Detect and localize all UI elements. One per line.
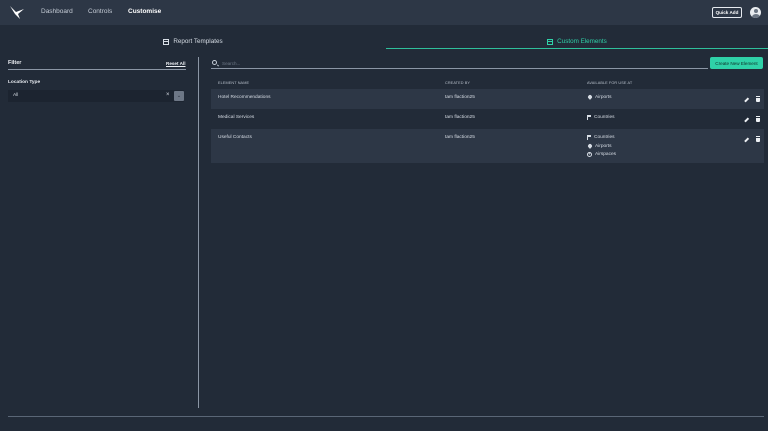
- available-item: Countries: [587, 113, 615, 122]
- element-name: Useful Contacts: [218, 135, 252, 140]
- available-label: Airspaces: [595, 152, 617, 158]
- location-type-value: All: [13, 93, 19, 98]
- tab-custom-elements-label: Custom Elements: [557, 38, 607, 45]
- search-bar: [211, 58, 708, 69]
- quick-add-button[interactable]: Quick Add: [712, 7, 742, 18]
- available-label: Countries: [594, 114, 615, 120]
- table-row[interactable]: Medical Services tam flaction25 Countrie…: [211, 109, 764, 129]
- create-new-element-button[interactable]: Create New Element: [710, 57, 763, 69]
- created-by: tam flaction25: [445, 135, 475, 140]
- active-tab-indicator: [386, 48, 768, 49]
- map-pin-icon: [586, 94, 593, 101]
- list-icon: [547, 38, 554, 45]
- filter-title: Filter: [8, 60, 22, 66]
- clear-icon[interactable]: ×: [166, 92, 170, 98]
- available-label: Airports: [595, 143, 612, 149]
- airspace-icon: ✈: [587, 152, 592, 158]
- header-element-name: ELEMENT NAME: [218, 81, 250, 85]
- tab-report-templates-label: Report Templates: [173, 38, 223, 45]
- available-list: Countries Airports ✈ Airspaces: [586, 133, 616, 159]
- top-navbar: Dashboard Controls Customise Quick Add: [0, 0, 768, 25]
- delete-icon[interactable]: [755, 136, 760, 142]
- delete-icon[interactable]: [755, 96, 760, 102]
- table-row[interactable]: Useful Contacts tam flaction25 Countries…: [211, 129, 764, 163]
- delete-icon[interactable]: [755, 116, 760, 122]
- available-list: Countries: [587, 113, 615, 122]
- created-by: tam flaction25: [445, 115, 475, 120]
- available-label: Airports: [595, 94, 612, 100]
- available-item: ✈ Airspaces: [587, 150, 616, 159]
- edit-icon[interactable]: [744, 137, 749, 143]
- chevron-down-icon[interactable]: ⌄: [174, 91, 184, 101]
- created-by: tam flaction25: [445, 95, 475, 100]
- available-item: Airports: [586, 142, 616, 151]
- nav-controls[interactable]: Controls: [88, 8, 112, 15]
- table-row[interactable]: Hotel Recommendations tam flaction25 Air…: [211, 89, 764, 109]
- flag-icon: [587, 134, 591, 140]
- header-created-by: CREATED BY: [445, 81, 470, 85]
- header-available: AVAILABLE FOR USE AT: [587, 81, 633, 85]
- filter-divider: [8, 69, 186, 70]
- panel-divider: [198, 57, 199, 408]
- bird-logo-icon[interactable]: [9, 5, 25, 20]
- tab-custom-elements[interactable]: Custom Elements: [386, 35, 768, 48]
- search-input[interactable]: [222, 59, 522, 67]
- element-name: Hotel Recommendations: [218, 95, 271, 100]
- flag-icon: [587, 114, 591, 120]
- element-name: Medical Services: [218, 115, 255, 120]
- footer-divider: [8, 416, 764, 417]
- location-type-label: Location Type: [8, 80, 41, 85]
- reset-all-link[interactable]: Reset All: [166, 61, 186, 66]
- user-avatar-icon[interactable]: [750, 7, 761, 18]
- nav-dashboard[interactable]: Dashboard: [41, 8, 73, 15]
- tab-report-templates[interactable]: Report Templates: [0, 35, 386, 48]
- available-item: Airports: [586, 93, 612, 102]
- available-item: Countries: [587, 133, 616, 142]
- available-list: Airports: [586, 93, 612, 102]
- calendar-icon: [163, 38, 170, 45]
- edit-icon[interactable]: [744, 97, 749, 103]
- edit-icon[interactable]: [744, 117, 749, 123]
- map-pin-icon: [586, 143, 593, 149]
- nav-customise[interactable]: Customise: [128, 8, 161, 15]
- search-icon: [212, 60, 217, 65]
- available-label: Countries: [594, 134, 615, 140]
- location-type-select[interactable]: All × ⌄: [8, 90, 184, 102]
